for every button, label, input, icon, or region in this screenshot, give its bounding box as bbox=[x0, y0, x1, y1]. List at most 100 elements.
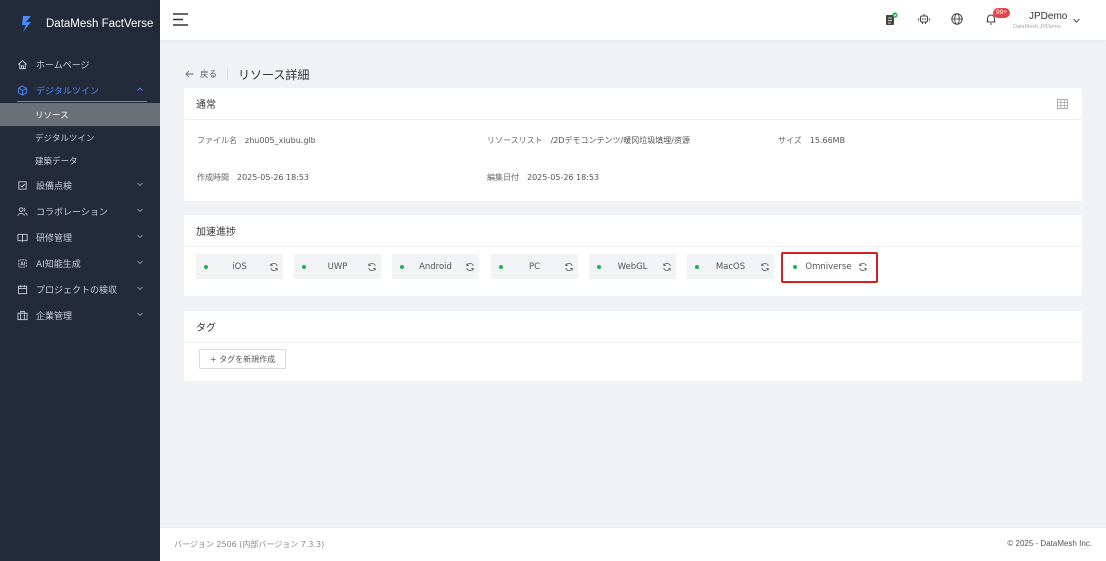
platform-uwp[interactable]: UWP bbox=[294, 254, 381, 279]
sidebar-item-label: 設備点検 bbox=[36, 181, 73, 192]
back-button[interactable]: 戻る bbox=[185, 68, 217, 80]
datamesh-logo-icon bbox=[22, 16, 31, 32]
platform-macos[interactable]: MacOS bbox=[687, 254, 774, 279]
chevron-down-icon bbox=[137, 208, 143, 213]
active-underline bbox=[17, 101, 147, 102]
card-title: 通常 bbox=[184, 88, 1082, 120]
language-globe-icon[interactable] bbox=[950, 12, 964, 26]
refresh-icon[interactable] bbox=[269, 262, 279, 272]
ai-icon bbox=[18, 258, 27, 268]
sidebar-subitem-resources[interactable]: リソース bbox=[0, 103, 160, 126]
top-header: 99+ JPDemo DataMesh.JPDemo bbox=[160, 0, 1106, 40]
status-dot bbox=[499, 265, 503, 269]
status-dot bbox=[597, 265, 601, 269]
cube-icon bbox=[17, 84, 28, 96]
building-icon bbox=[17, 310, 28, 320]
chevron-down-icon bbox=[137, 286, 143, 291]
status-dot bbox=[400, 265, 404, 269]
table-view-icon[interactable] bbox=[1057, 99, 1068, 109]
version-text: バージョン 2506 (内部バージョン 7.3.3) bbox=[174, 540, 325, 549]
card-title: タグ bbox=[184, 311, 1082, 343]
sidebar-item-label: 企業管理 bbox=[36, 311, 73, 322]
resource-list-value: /2Dデモコンテンツ/暖冈垃圾填埋/资源 bbox=[550, 136, 690, 145]
size-field: サイズ 15.66MB bbox=[778, 135, 845, 146]
title-divider bbox=[227, 68, 228, 80]
status-dot bbox=[204, 265, 208, 269]
sidebar-item-label: コラボレーション bbox=[36, 207, 108, 218]
chevron-up-icon bbox=[137, 87, 143, 91]
sidebar-item-ai[interactable]: AI知能生成 bbox=[0, 250, 160, 276]
chevron-down-icon bbox=[137, 182, 143, 187]
omniverse-highlight-box bbox=[781, 252, 878, 283]
robot-icon[interactable] bbox=[917, 12, 931, 26]
chevron-down-icon[interactable] bbox=[1072, 16, 1081, 25]
book-icon bbox=[17, 233, 28, 242]
platform-name: PC bbox=[528, 262, 541, 272]
edited-value: 2025-05-26 18:53 bbox=[527, 173, 600, 182]
platform-name: WebGL bbox=[617, 262, 648, 272]
edited-label: 編集日付 bbox=[487, 173, 519, 182]
sidebar-menu: ホームページ デジタルツイン リソース デジタルツイン 建築データ 設備点検 コ… bbox=[0, 51, 160, 328]
platform-ios[interactable]: iOS bbox=[196, 254, 283, 279]
brand-name: DataMesh FactVerse bbox=[46, 18, 154, 30]
platform-name: iOS bbox=[232, 262, 247, 272]
sidebar-item-enterprise[interactable]: 企業管理 bbox=[0, 302, 160, 328]
created-value: 2025-05-26 18:53 bbox=[237, 173, 310, 182]
platform-name: Android bbox=[419, 262, 452, 272]
platform-android[interactable]: Android bbox=[392, 254, 479, 279]
refresh-icon[interactable] bbox=[465, 262, 475, 272]
sidebar-subitem-building-data[interactable]: 建築データ bbox=[0, 149, 160, 172]
size-label: サイズ bbox=[778, 136, 802, 145]
platform-webgl[interactable]: WebGL bbox=[589, 254, 676, 279]
refresh-icon[interactable] bbox=[367, 262, 377, 272]
sidebar-item-label: AI知能生成 bbox=[36, 259, 81, 270]
page-title: リソース詳細 bbox=[238, 68, 310, 82]
sidebar-item-digital-twin[interactable]: デジタルツイン bbox=[0, 77, 160, 103]
chevron-down-icon bbox=[137, 260, 143, 265]
refresh-icon[interactable] bbox=[760, 262, 770, 272]
size-value: 15.66MB bbox=[809, 136, 846, 145]
sidebar-item-label: デジタルツイン bbox=[36, 86, 99, 97]
created-label: 作成時間 bbox=[197, 173, 229, 182]
status-dot bbox=[302, 265, 306, 269]
sidebar-item-home[interactable]: ホームページ bbox=[0, 51, 160, 77]
sidebar: DataMesh FactVerse ホームページ デジタルツイン リソース デ… bbox=[0, 0, 160, 561]
chevron-down-icon bbox=[137, 312, 143, 317]
resource-list-field: リソースリスト/2Dデモコンテンツ/暖冈垃圾填埋/资源 bbox=[487, 135, 690, 146]
sidebar-item-label: プロジェクトの検収 bbox=[36, 285, 118, 296]
home-icon bbox=[18, 59, 27, 69]
footer: バージョン 2506 (内部バージョン 7.3.3) © 2025 - Data… bbox=[160, 527, 1106, 561]
refresh-icon[interactable] bbox=[564, 262, 574, 272]
sidebar-item-label: 研修管理 bbox=[36, 233, 73, 244]
sidebar-item-inspection[interactable]: 設備点検 bbox=[0, 172, 160, 198]
resource-list-label: リソースリスト bbox=[487, 136, 543, 145]
arrow-left-icon bbox=[185, 70, 194, 78]
tags-card: タグ bbox=[184, 311, 1082, 381]
sidebar-item-project-acceptance[interactable]: プロジェクトの検収 bbox=[0, 276, 160, 302]
user-account: DataMesh.JPDemo bbox=[1013, 24, 1061, 30]
brand[interactable]: DataMesh FactVerse bbox=[0, 0, 160, 48]
user-name[interactable]: JPDemo bbox=[1029, 11, 1067, 22]
chevron-down-icon bbox=[137, 234, 143, 239]
task-status-icon[interactable] bbox=[884, 12, 898, 26]
platform-name: MacOS bbox=[715, 262, 746, 272]
checklist-icon bbox=[18, 180, 27, 190]
add-tag-button[interactable]: + タグを新規作成 bbox=[199, 349, 286, 369]
card-title: 加速進捗 bbox=[184, 215, 1082, 247]
users-icon bbox=[17, 206, 28, 216]
notification-badge: 99+ bbox=[993, 8, 1011, 18]
status-dot bbox=[695, 265, 699, 269]
sidebar-item-collaboration[interactable]: コラボレーション bbox=[0, 198, 160, 224]
platform-pc[interactable]: PC bbox=[491, 254, 578, 279]
menu-toggle-icon[interactable] bbox=[173, 13, 188, 26]
file-name-value: zhu005_xiubu.glb bbox=[245, 136, 316, 145]
sidebar-item-label: ホームページ bbox=[36, 60, 90, 71]
calendar-icon bbox=[17, 284, 28, 294]
file-name-label: ファイル名 bbox=[197, 136, 237, 145]
created-field: 作成時間 2025-05-26 18:53 bbox=[197, 172, 309, 183]
edited-field: 編集日付 2025-05-26 18:53 bbox=[487, 172, 599, 183]
file-name-field: ファイル名 zhu005_xiubu.glb bbox=[197, 135, 316, 146]
sidebar-item-training[interactable]: 研修管理 bbox=[0, 224, 160, 250]
refresh-icon[interactable] bbox=[662, 262, 672, 272]
sidebar-subitem-digital-twin[interactable]: デジタルツイン bbox=[0, 126, 160, 149]
